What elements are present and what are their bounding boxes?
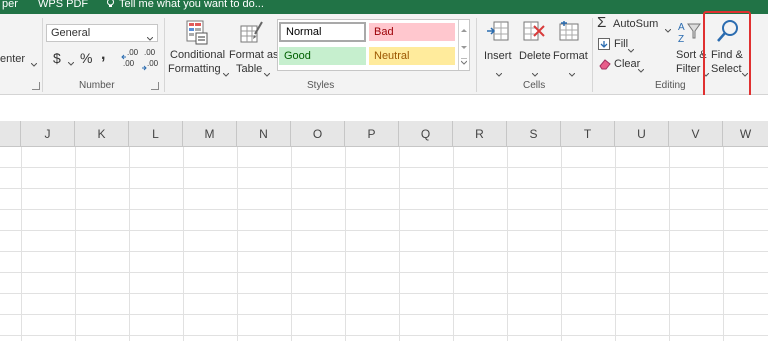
chevron-down-icon <box>627 44 635 56</box>
number-launcher-icon[interactable] <box>151 82 159 90</box>
chevron-down-icon[interactable] <box>30 58 38 70</box>
chevron-down-icon <box>495 68 503 80</box>
alignment-launcher-icon[interactable] <box>32 82 40 90</box>
style-bad[interactable]: Bad <box>369 23 455 41</box>
merge-center-button[interactable]: enter <box>0 53 25 65</box>
column-header[interactable]: U <box>615 121 669 147</box>
scroll-down-icon[interactable] <box>461 41 467 53</box>
column-header[interactable]: N <box>237 121 291 147</box>
number-format-select[interactable]: General <box>46 24 158 42</box>
eraser-icon <box>598 58 611 73</box>
delete-cells-icon <box>522 20 546 45</box>
sort-filter-button[interactable]: A Z Sort & Filter <box>674 18 710 80</box>
tell-me-search[interactable]: Tell me what you want to do... <box>119 0 264 10</box>
svg-text:Z: Z <box>678 34 684 44</box>
chevron-down-icon[interactable] <box>67 57 75 69</box>
style-good[interactable]: Good <box>279 47 366 65</box>
format-table-icon <box>240 20 264 49</box>
autosum-button[interactable]: Σ AutoSum <box>597 14 673 36</box>
column-header[interactable]: M <box>183 121 237 147</box>
chevron-down-icon <box>263 68 271 80</box>
sort-filter-icon: A Z <box>678 20 702 47</box>
format-cells-icon <box>558 20 582 45</box>
sort-filter-label: Sort & <box>676 49 707 61</box>
conditional-formatting-icon <box>186 20 208 49</box>
column-header[interactable]: V <box>669 121 723 147</box>
insert-button[interactable]: Insert <box>482 18 516 80</box>
currency-button[interactable]: $ <box>53 50 61 66</box>
decimal-label: .00 <box>123 59 135 68</box>
row-header-corner[interactable] <box>0 121 21 147</box>
column-header[interactable]: P <box>345 121 399 147</box>
chevron-down-icon <box>637 64 645 76</box>
decimal-label: .00 <box>127 48 139 57</box>
increase-decimal-button[interactable]: .00 .00 <box>121 48 139 71</box>
cells-group-label: Cells <box>523 80 546 91</box>
fill-label: Fill <box>614 38 629 50</box>
autosum-label: AutoSum <box>613 18 659 30</box>
format-table-label: Table <box>236 63 263 75</box>
insert-label: Insert <box>484 50 512 62</box>
delete-button[interactable]: Delete <box>516 18 552 80</box>
column-header[interactable]: T <box>561 121 615 147</box>
conditional-formatting-button[interactable]: Conditional Formatting <box>168 18 230 78</box>
comma-button[interactable]: , <box>101 46 105 64</box>
column-header[interactable]: O <box>291 121 345 147</box>
decimal-label: .00 <box>144 48 156 57</box>
gallery-more-icon[interactable] <box>460 56 468 68</box>
column-header-row: J K L M N O P Q R S T U V W <box>0 121 768 147</box>
decimal-label: .00 <box>147 59 159 68</box>
column-header[interactable]: J <box>21 121 75 147</box>
chevron-down-icon <box>664 24 672 36</box>
conditional-formatting-label: Conditional <box>170 49 226 61</box>
cell-grid[interactable] <box>0 147 768 341</box>
format-label: Format <box>553 50 588 62</box>
find-select-highlight <box>703 11 751 102</box>
chevron-down-icon <box>531 68 539 80</box>
format-as-table-button[interactable]: Format as Table <box>228 18 279 80</box>
fill-button[interactable]: Fill <box>597 37 647 53</box>
editing-group-label: Editing <box>655 80 686 91</box>
style-neutral[interactable]: Neutral <box>369 47 455 65</box>
separator <box>476 18 477 92</box>
ribbon-home: enter General $ % , .00 .00 .00 .00 Numb… <box>0 14 768 95</box>
column-header[interactable]: S <box>507 121 561 147</box>
style-normal[interactable]: Normal <box>279 22 366 42</box>
separator <box>164 18 165 92</box>
clear-button[interactable]: Clear <box>597 57 647 73</box>
tab-partial[interactable]: per <box>2 0 18 10</box>
scroll-up-icon[interactable] <box>461 24 467 36</box>
tab-wps-pdf[interactable]: WPS PDF <box>38 0 88 10</box>
lightbulb-icon <box>106 0 115 12</box>
delete-label: Delete <box>519 50 551 62</box>
conditional-formatting-label: Formatting <box>168 63 221 75</box>
chevron-down-icon <box>568 68 576 80</box>
column-header[interactable]: Q <box>399 121 453 147</box>
fill-down-icon <box>598 38 610 53</box>
column-header[interactable]: K <box>75 121 129 147</box>
number-group-label: Number <box>79 80 115 91</box>
title-bar: per WPS PDF Tell me what you want to do.… <box>0 0 768 14</box>
insert-cells-icon <box>486 20 510 45</box>
separator <box>42 18 43 92</box>
gallery-scrollbar[interactable] <box>458 20 470 70</box>
formula-bar-area <box>0 95 768 121</box>
separator <box>592 18 593 92</box>
sigma-icon: Σ <box>597 14 607 31</box>
format-table-label: Format as <box>229 49 279 61</box>
chevron-down-icon <box>146 32 154 44</box>
percent-button[interactable]: % <box>80 50 92 66</box>
clear-label: Clear <box>614 58 641 70</box>
format-button[interactable]: Format <box>552 18 590 80</box>
column-header[interactable]: W <box>723 121 768 147</box>
decrease-decimal-button[interactable]: .00 .00 <box>141 48 159 71</box>
column-header[interactable]: L <box>129 121 183 147</box>
styles-group-label: Styles <box>307 80 335 91</box>
sort-filter-label: Filter <box>676 63 701 75</box>
column-header[interactable]: R <box>453 121 507 147</box>
svg-text:A: A <box>678 22 685 33</box>
number-format-value: General <box>51 27 91 39</box>
